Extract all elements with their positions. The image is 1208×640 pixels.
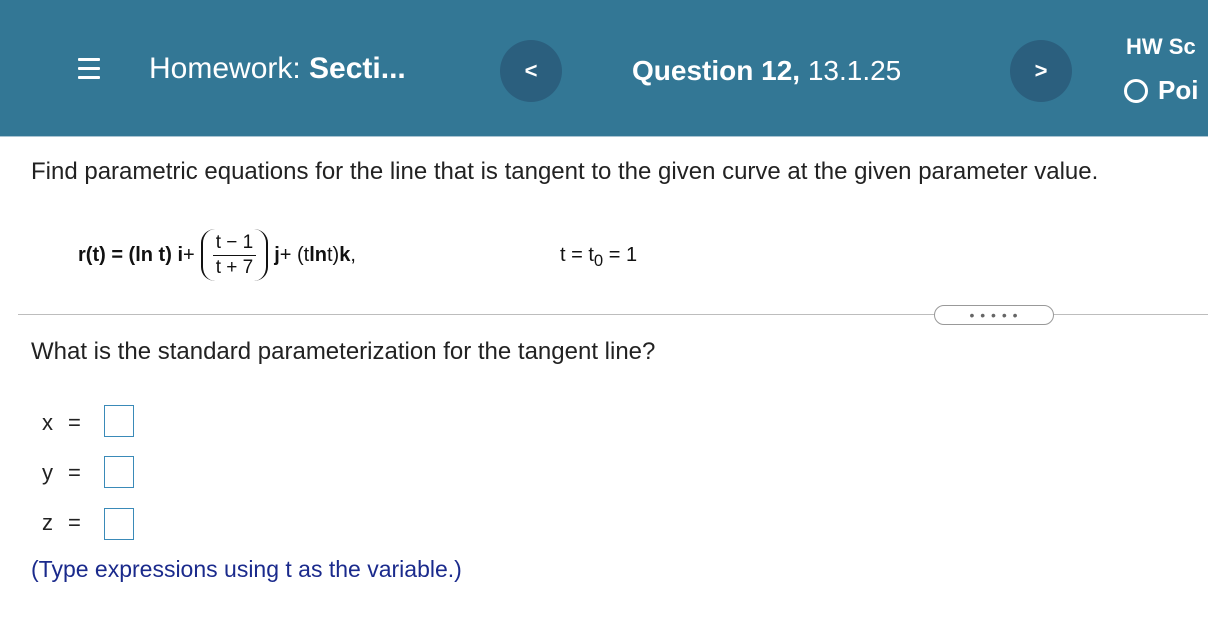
param-subscript: 0 (593, 251, 604, 270)
param-prefix: t = t (560, 244, 594, 266)
question-text: What is the standard parameterization fo… (31, 338, 656, 365)
eq-ln: ln (309, 243, 327, 266)
problem-prompt: Find parametric equations for the line t… (31, 158, 1099, 185)
param-suffix: = 1 (603, 244, 638, 266)
fraction: t − 1 t + 7 (212, 232, 257, 279)
next-question-button[interactable]: > (1010, 40, 1072, 102)
fraction-numerator: t − 1 (212, 232, 257, 256)
eq-middle: + (t (279, 243, 310, 266)
x-equals: = (68, 410, 81, 435)
chevron-right-icon: > (1034, 58, 1048, 83)
input-hint: (Type expressions using t as the variabl… (31, 556, 462, 582)
question-number-bold: Question 12, (632, 55, 801, 86)
top-bar: Homework: Secti... < Question 12, 13.1.2… (0, 0, 1208, 137)
vector-equation: r(t) = (ln t) i + t − 1 t + 7 j + (t ln … (78, 220, 356, 290)
parameter-value: t = t0 = 1 (560, 244, 637, 271)
y-equals: = (68, 460, 81, 485)
points-label: Poi (1124, 75, 1198, 106)
homework-prefix: Homework: (149, 52, 310, 85)
x-answer-field[interactable] (104, 405, 134, 437)
question-id: 13.1.25 (800, 55, 902, 86)
y-label: y (42, 460, 53, 485)
z-label: z (42, 510, 53, 535)
y-answer-field[interactable] (104, 456, 134, 488)
fraction-denominator: t + 7 (215, 256, 254, 278)
eq-plus: + (183, 243, 195, 266)
homework-title[interactable]: Homework: Secti... (149, 52, 406, 86)
fraction-parentheses: t − 1 t + 7 (200, 229, 269, 281)
hw-score-label[interactable]: HW Sc (1126, 34, 1196, 60)
homework-section: Secti... (309, 52, 406, 85)
chevron-left-icon: < (524, 58, 538, 83)
points-text: Poi (1158, 75, 1199, 105)
z-equals: = (68, 510, 81, 535)
eq-tail: t) (326, 243, 340, 266)
question-label: Question 12, 13.1.25 (632, 55, 901, 87)
show-more-button[interactable]: • • • • • (934, 305, 1054, 325)
previous-question-button[interactable]: < (500, 40, 562, 102)
x-label: x (42, 410, 53, 435)
eq-k: k (339, 243, 351, 266)
circle-outline-icon (1124, 78, 1148, 103)
eq-comma: , (350, 243, 356, 266)
hamburger-menu-icon[interactable] (78, 58, 100, 80)
z-answer-field[interactable] (104, 508, 134, 540)
eq-lhs: r(t) = (ln t) (78, 243, 172, 266)
